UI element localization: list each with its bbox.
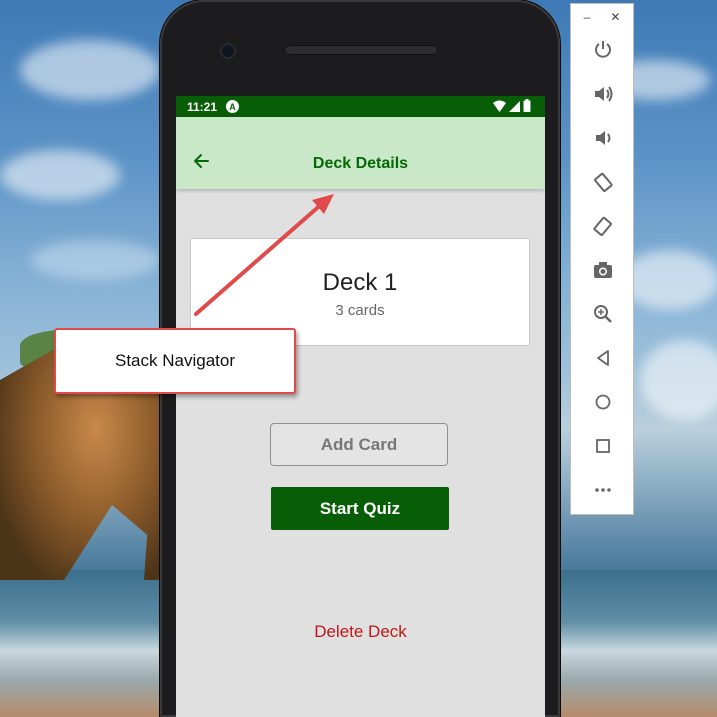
home-circle-icon[interactable] [592,391,614,413]
notification-icon: A [226,100,240,113]
earpiece-speaker [284,45,438,55]
overview-square-icon[interactable] [592,435,614,457]
front-camera [222,45,234,57]
more-icon[interactable] [592,479,614,501]
volume-up-icon[interactable] [592,83,614,105]
volume-down-icon[interactable] [592,127,614,149]
start-quiz-button[interactable]: Start Quiz [271,487,449,530]
signal-icon [509,100,520,112]
power-icon[interactable] [592,38,614,60]
minimize-icon[interactable]: – [584,10,591,24]
emulator-toolbar: – ✕ [570,3,634,515]
camera-icon[interactable] [592,259,614,281]
rotate-left-icon[interactable] [592,171,614,193]
page-title: Deck Details [312,155,409,172]
delete-deck-button[interactable]: Delete Deck [176,622,545,642]
status-time: 11:21 [187,99,218,114]
wifi-icon [493,100,506,112]
status-bar: 11:21 A [176,96,545,117]
battery-icon [523,99,531,112]
app-screen: 11:21 A Deck Details Deck 1 3 cards Add … [176,96,545,717]
deck-card-count: 3 cards [335,302,385,319]
add-card-button[interactable]: Add Card [270,423,448,466]
annotation-callout: Stack Navigator [54,328,296,394]
stack-header: Deck Details [176,117,545,189]
deck-title: Deck 1 [322,269,398,296]
close-icon[interactable]: ✕ [610,10,620,24]
back-triangle-icon[interactable] [592,347,614,369]
zoom-icon[interactable] [592,303,614,325]
rotate-right-icon[interactable] [592,215,614,237]
